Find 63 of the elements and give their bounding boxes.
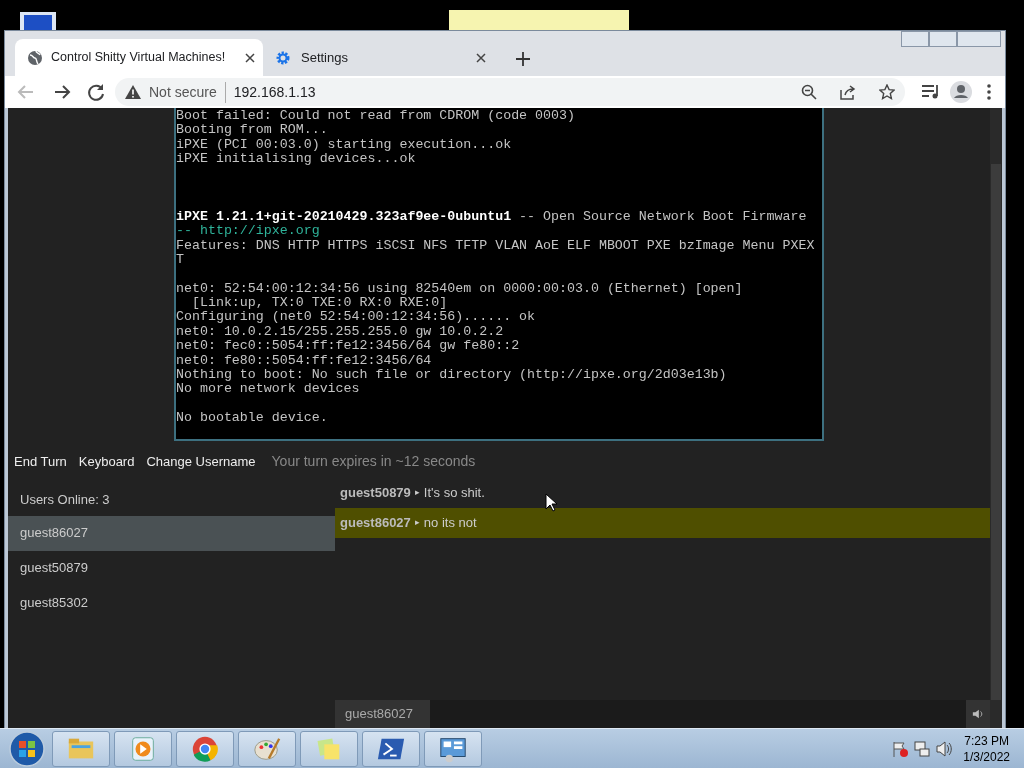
- speaker-icon[interactable]: [935, 739, 954, 758]
- terminal-line: iPXE (PCI 00:03.0) starting execution...ok: [176, 137, 513, 153]
- terminal-line: Configuring (net0 52:54:00:12:34:56)...... ok: [176, 310, 537, 325]
- username-field[interactable]: guest86027: [335, 700, 430, 728]
- username-text: guest50879: [340, 483, 411, 502]
- clock-time: 7:23 PM: [963, 732, 1010, 749]
- user-item[interactable]: guest85302: [8, 585, 335, 621]
- terminal-line: Nothing to boot: No such file or directory (http://ipxe.org/2d03e13b): [176, 368, 728, 383]
- address-bar[interactable]: Not secure 192.168.1.13: [115, 78, 905, 106]
- clock-date: 1/3/2022: [963, 748, 1010, 765]
- profile-icon[interactable]: [949, 80, 973, 104]
- terminal-line: Boot failed: Could not read from CDROM (code 0003): [176, 109, 576, 124]
- url-text: 192.168.1.13: [233, 82, 316, 102]
- taskbar-button[interactable]: [238, 730, 296, 767]
- star-icon[interactable]: [879, 84, 895, 100]
- terminal-line: -- http://ipxe.org: [176, 224, 321, 239]
- browser-tab[interactable]: Settings: [263, 39, 498, 76]
- message-text: no its not: [423, 513, 477, 532]
- volume-button[interactable]: [966, 700, 990, 728]
- share-icon[interactable]: [839, 84, 857, 100]
- terminal-line: iPXE 1.21.1+git-20210429.323af9ee-0ubuntu1 -- Open Source Network Boot Firmware: [176, 209, 808, 225]
- message-text: It's so shit.: [423, 483, 485, 502]
- arrow-icon: ▸: [414, 485, 420, 500]
- zoom-out-icon[interactable]: [801, 84, 817, 100]
- browser-tab[interactable]: Control Shitty Virtual Machines!: [15, 39, 263, 76]
- terminal-line: [Link:up, TX:0 TXE:0 RX:0 RXE:0]: [190, 296, 449, 311]
- speaker-icon: [972, 708, 984, 720]
- taskbar-button[interactable]: [176, 730, 234, 767]
- globe-icon: [27, 49, 43, 66]
- turn-status: Your turn expires in ~12 seconds: [271, 452, 476, 472]
- terminal-line: Features: DNS HTTP HTTPS iSCSI NFS TFTP VLAN AoE ELF MBOOT PXE bzImage Menu PXEX: [176, 238, 816, 253]
- user-item[interactable]: guest86027: [8, 515, 335, 551]
- start-button[interactable]: [6, 729, 48, 768]
- users-online-label: Users Online: 3: [19, 490, 111, 509]
- gear-icon: [275, 49, 291, 66]
- security-label: Not secure: [149, 81, 226, 103]
- taskbar-button[interactable]: [114, 730, 172, 767]
- terminal-line: net0: fec0::5054:ff:fe12:3456/64 gw fe80::2: [176, 339, 521, 354]
- scrollbar[interactable]: [990, 108, 1002, 728]
- new-tab-icon[interactable]: [516, 52, 530, 66]
- username-text: guest86027: [340, 513, 411, 532]
- toolbar-button[interactable]: End Turn: [10, 450, 71, 474]
- network-icon[interactable]: [913, 739, 932, 758]
- terminal-line: iPXE initialising devices...ok: [176, 152, 417, 167]
- close-icon[interactable]: [245, 52, 255, 63]
- toolbar-button[interactable]: Keyboard: [74, 450, 139, 474]
- flag-icon[interactable]: [891, 739, 910, 758]
- toolbar-button[interactable]: Change Username: [142, 450, 260, 474]
- terminal-line: net0: fe80::5054:ff:fe12:3456/64: [176, 353, 433, 369]
- vm-screen[interactable]: [174, 108, 824, 441]
- user-item[interactable]: guest50879: [8, 550, 335, 586]
- arrow-icon: ▸: [414, 515, 420, 530]
- close-icon[interactable]: [476, 52, 486, 63]
- terminal-line: net0: 10.0.2.15/255.255.255.0 gw 10.0.2.2: [176, 324, 505, 340]
- terminal-line: T: [176, 252, 185, 268]
- terminal-line: Booting from ROM...: [176, 123, 329, 138]
- terminal-line: net0: 52:54:00:12:34:56 using 82540em on 0000:00:03.0 (Ethernet) [open]: [176, 281, 744, 297]
- taskbar-button[interactable]: [362, 730, 420, 767]
- warning-icon: [125, 85, 141, 99]
- taskbar-button[interactable]: [424, 730, 482, 767]
- terminal-line: No more network devices: [176, 382, 361, 397]
- cursor-icon: [545, 493, 557, 512]
- terminal-line: No bootable device.: [176, 411, 329, 426]
